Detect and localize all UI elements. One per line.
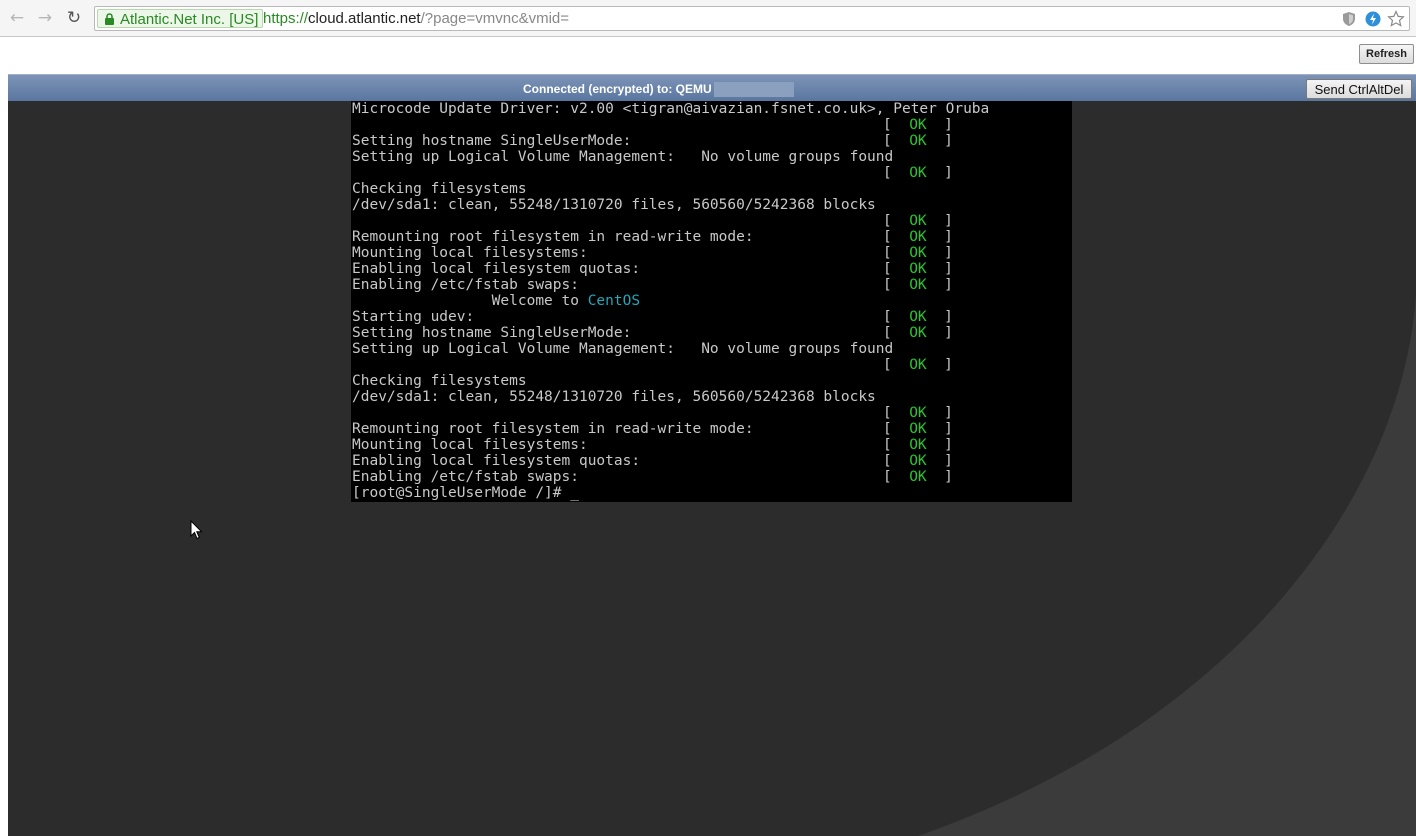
redacted-hostname [714, 82, 794, 97]
console-line: /dev/sda1: clean, 55248/1310720 files, 5… [351, 389, 1072, 405]
ok-status: [ OK ] [883, 261, 953, 277]
ok-status: [ OK ] [883, 277, 953, 293]
lock-icon [105, 13, 114, 25]
console-text: Remounting root filesystem in read-write… [352, 421, 754, 437]
console-text: /dev/sda1: clean, 55248/1310720 files, 5… [352, 389, 876, 405]
url-text[interactable]: https://cloud.atlantic.net/?page=vmvnc&v… [263, 7, 569, 30]
console-line: [ OK ] [351, 165, 1072, 181]
ok-status: [ OK ] [883, 437, 953, 453]
console-line: Checking filesystems [351, 373, 1072, 389]
ok-status: [ OK ] [883, 421, 953, 437]
console-line: Microcode Update Driver: v2.00 <tigran@a… [351, 101, 1072, 117]
console-text: Mounting local filesystems: [352, 245, 588, 261]
console-line: /dev/sda1: clean, 55248/1310720 files, 5… [351, 197, 1072, 213]
console-text: Microcode Update Driver: v2.00 <tigran@a… [352, 101, 990, 117]
shield-icon[interactable] [1341, 11, 1357, 27]
console-text: /dev/sda1: clean, 55248/1310720 files, 5… [352, 197, 876, 213]
ok-status: [ OK ] [883, 117, 953, 133]
back-icon[interactable]: ← [7, 8, 27, 28]
ok-status: [ OK ] [883, 325, 953, 341]
console-text: [root@SingleUserMode /]# [352, 485, 571, 501]
console-line: Remounting root filesystem in read-write… [351, 229, 1072, 245]
console-text: Enabling local filesystem quotas: [352, 453, 641, 469]
console-text: Enabling local filesystem quotas: [352, 261, 641, 277]
console-text: Setting hostname SingleUserMode: [352, 133, 632, 149]
console-line: Welcome to CentOS [351, 293, 1072, 309]
url-scheme: https:// [263, 10, 309, 27]
console-line: Enabling /etc/fstab swaps: [ OK ] [351, 277, 1072, 293]
console-line: Enabling local filesystem quotas: [ OK ] [351, 453, 1072, 469]
console-line: [ OK ] [351, 405, 1072, 421]
console-text: Checking filesystems [352, 181, 527, 197]
console-text: Starting udev: [352, 309, 475, 325]
ev-certificate-badge[interactable]: Atlantic.Net Inc. [US] [97, 9, 264, 28]
star-icon[interactable] [1387, 10, 1405, 28]
console-line: Setting up Logical Volume Management: No… [351, 149, 1072, 165]
console-line: Checking filesystems [351, 181, 1072, 197]
ok-status: [ OK ] [883, 309, 953, 325]
ok-status: [ OK ] [883, 245, 953, 261]
refresh-button[interactable]: Refresh [1359, 44, 1414, 64]
console-line: Mounting local filesystems: [ OK ] [351, 437, 1072, 453]
console-text: Setting up Logical Volume Management: No… [352, 341, 894, 357]
console-text: Setting up Logical Volume Management: No… [352, 149, 894, 165]
console-line: Starting udev: [ OK ] [351, 309, 1072, 325]
terminal-cursor: _ [570, 485, 579, 501]
mouse-pointer-icon [190, 520, 203, 540]
ok-status: [ OK ] [883, 133, 953, 149]
send-ctrlaltdel-button[interactable]: Send CtrlAltDel [1306, 79, 1412, 99]
console-text: Remounting root filesystem in read-write… [352, 229, 754, 245]
ok-status: [ OK ] [883, 405, 953, 421]
console-line: Remounting root filesystem in read-write… [351, 421, 1072, 437]
address-bar[interactable]: Atlantic.Net Inc. [US] https://cloud.atl… [94, 6, 1410, 31]
console-text: Enabling /etc/fstab swaps: [352, 469, 579, 485]
reload-icon[interactable]: ↻ [64, 8, 84, 28]
ok-status: [ OK ] [883, 213, 953, 229]
console-line: [root@SingleUserMode /]# _ [351, 485, 1072, 501]
vnc-status-bar: Connected (encrypted) to: QEMU Send Ctrl… [8, 74, 1416, 101]
browser-toolbar: ← → ↻ Atlantic.Net Inc. [US] https://clo… [0, 0, 1416, 37]
lightning-icon[interactable] [1365, 11, 1381, 27]
console-text: Setting hostname SingleUserMode: [352, 325, 632, 341]
console-line: Setting hostname SingleUserMode: [ OK ] [351, 325, 1072, 341]
console-text: Enabling /etc/fstab swaps: [352, 277, 579, 293]
console-line: Mounting local filesystems: [ OK ] [351, 245, 1072, 261]
terminal-console[interactable]: Microcode Update Driver: v2.00 <tigran@a… [351, 101, 1072, 502]
console-line: Setting up Logical Volume Management: No… [351, 341, 1072, 357]
url-host: cloud.atlantic.net [308, 10, 421, 27]
console-text: Welcome to [352, 293, 588, 309]
console-line: Enabling /etc/fstab swaps: [ OK ] [351, 469, 1072, 485]
vnc-viewer[interactable]: Connected (encrypted) to: QEMU Send Ctrl… [8, 74, 1416, 836]
connection-status: Connected (encrypted) to: QEMU [523, 82, 712, 96]
console-line: Enabling local filesystem quotas: [ OK ] [351, 261, 1072, 277]
url-path: /?page=vmvnc&vmid= [420, 10, 570, 27]
ok-status: [ OK ] [883, 357, 953, 373]
console-text: Mounting local filesystems: [352, 437, 588, 453]
console-line: Setting hostname SingleUserMode: [ OK ] [351, 133, 1072, 149]
console-line: [ OK ] [351, 213, 1072, 229]
ev-badge-text: Atlantic.Net Inc. [US] [120, 11, 259, 28]
centos-brand: CentOS [587, 293, 641, 309]
console-line: [ OK ] [351, 357, 1072, 373]
ok-status: [ OK ] [883, 469, 953, 485]
ok-status: [ OK ] [883, 229, 953, 245]
console-line: [ OK ] [351, 117, 1072, 133]
forward-icon[interactable]: → [35, 8, 55, 28]
ok-status: [ OK ] [883, 165, 953, 181]
ok-status: [ OK ] [883, 453, 953, 469]
console-text: Checking filesystems [352, 373, 527, 389]
